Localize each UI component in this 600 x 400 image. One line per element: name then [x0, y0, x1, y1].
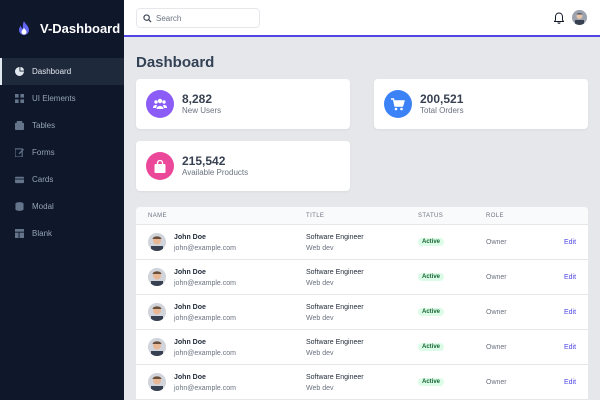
stat-value: 8,282 — [182, 92, 213, 106]
sidebar-item-modal[interactable]: Modal — [0, 193, 124, 220]
user-title: Software Engineer — [306, 304, 364, 311]
sidebar-item-ui-elements[interactable]: UI Elements — [0, 85, 124, 112]
status-badge: Active — [418, 238, 445, 246]
status-badge: Active — [418, 308, 445, 316]
search-input[interactable] — [156, 13, 256, 23]
user-email: john@example.com — [174, 315, 236, 322]
users-table: NAME TITLE STATUS ROLE John Doe john@exa… — [136, 207, 588, 400]
edit-link[interactable]: Edit — [564, 379, 576, 386]
table-row: John Doe john@example.com Software Engin… — [136, 365, 588, 400]
column-header-status: STATUS — [418, 212, 444, 219]
status-badge: Active — [418, 378, 445, 386]
flame-logo-icon — [19, 21, 29, 35]
user-role: Owner — [486, 274, 507, 281]
stat-value: 215,542 — [182, 154, 226, 168]
search-icon — [143, 13, 152, 23]
edit-link[interactable]: Edit — [564, 274, 576, 281]
bag-icon — [146, 152, 174, 180]
sidebar-item-blank[interactable]: Blank — [0, 220, 124, 247]
user-department: Web dev — [306, 280, 334, 287]
layout-icon — [14, 229, 24, 239]
stat-card-available-products: 215,542 Available Products — [136, 141, 350, 191]
user-title: Software Engineer — [306, 339, 364, 346]
top-header — [124, 0, 600, 37]
avatar — [148, 268, 166, 286]
stat-label: Available Products — [182, 168, 249, 177]
table-header: NAME TITLE STATUS ROLE — [136, 207, 588, 225]
user-title: Software Engineer — [306, 269, 364, 276]
sidebar-item-dashboard[interactable]: Dashboard — [0, 58, 124, 85]
sidebar: V-Dashboard Dashboard UI Elements Tables… — [0, 0, 124, 400]
sidebar-item-label: Dashboard — [32, 67, 72, 76]
sidebar-item-cards[interactable]: Cards — [0, 166, 124, 193]
table-row: John Doe john@example.com Software Engin… — [136, 260, 588, 295]
brand-name: V-Dashboard — [40, 20, 121, 36]
user-name: John Doe — [174, 234, 206, 241]
cart-icon — [384, 90, 412, 118]
user-name: John Doe — [174, 304, 206, 311]
sidebar-item-label: Blank — [32, 229, 53, 238]
sidebar-item-tables[interactable]: Tables — [0, 112, 124, 139]
stat-card-total-orders: 200,521 Total Orders — [374, 79, 588, 129]
status-badge: Active — [418, 343, 445, 351]
column-header-role: ROLE — [486, 212, 504, 219]
sidebar-nav: Dashboard UI Elements Tables Forms Cards — [0, 58, 124, 247]
column-header-title: TITLE — [306, 212, 325, 219]
user-email: john@example.com — [174, 280, 236, 287]
stack-icon — [14, 202, 24, 212]
users-icon — [146, 90, 174, 118]
page-title: Dashboard — [136, 54, 215, 71]
edit-icon — [14, 148, 24, 158]
stat-card-new-users: 8,282 New Users — [136, 79, 350, 129]
status-badge: Active — [418, 273, 445, 281]
brand[interactable]: V-Dashboard — [0, 0, 124, 56]
stat-label: Total Orders — [420, 106, 464, 115]
sidebar-item-label: Forms — [32, 148, 55, 157]
edit-link[interactable]: Edit — [564, 309, 576, 316]
user-department: Web dev — [306, 315, 334, 322]
search-box[interactable] — [136, 8, 260, 28]
table-row: John Doe john@example.com Software Engin… — [136, 225, 588, 260]
user-department: Web dev — [306, 245, 334, 252]
avatar[interactable] — [572, 10, 587, 25]
sidebar-item-label: Modal — [32, 202, 54, 211]
user-role: Owner — [486, 379, 507, 386]
user-name: John Doe — [174, 269, 206, 276]
user-title: Software Engineer — [306, 234, 364, 241]
stat-value: 200,521 — [420, 92, 464, 106]
user-name: John Doe — [174, 339, 206, 346]
user-role: Owner — [486, 344, 507, 351]
user-email: john@example.com — [174, 245, 236, 252]
column-header-name: NAME — [148, 212, 167, 219]
user-email: john@example.com — [174, 385, 236, 392]
card-icon — [14, 175, 24, 185]
stat-label: New Users — [182, 106, 222, 115]
table-row: John Doe john@example.com Software Engin… — [136, 295, 588, 330]
avatar — [148, 303, 166, 321]
bell-icon[interactable] — [554, 12, 564, 24]
avatar — [148, 233, 166, 251]
sidebar-item-label: Cards — [32, 175, 54, 184]
main-content: Dashboard 8,282 New Users 200,521 Total … — [124, 37, 600, 400]
user-department: Web dev — [306, 385, 334, 392]
table-row: John Doe john@example.com Software Engin… — [136, 330, 588, 365]
avatar — [148, 338, 166, 356]
grid-icon — [14, 94, 24, 104]
edit-link[interactable]: Edit — [564, 344, 576, 351]
user-department: Web dev — [306, 350, 334, 357]
user-email: john@example.com — [174, 350, 236, 357]
user-role: Owner — [486, 239, 507, 246]
user-role: Owner — [486, 309, 507, 316]
table-icon — [14, 121, 24, 131]
avatar — [148, 373, 166, 391]
user-name: John Doe — [174, 374, 206, 381]
sidebar-item-label: Tables — [32, 121, 56, 130]
user-title: Software Engineer — [306, 374, 364, 381]
sidebar-item-forms[interactable]: Forms — [0, 139, 124, 166]
pie-chart-icon — [14, 67, 24, 77]
sidebar-item-label: UI Elements — [32, 94, 76, 103]
edit-link[interactable]: Edit — [564, 239, 576, 246]
